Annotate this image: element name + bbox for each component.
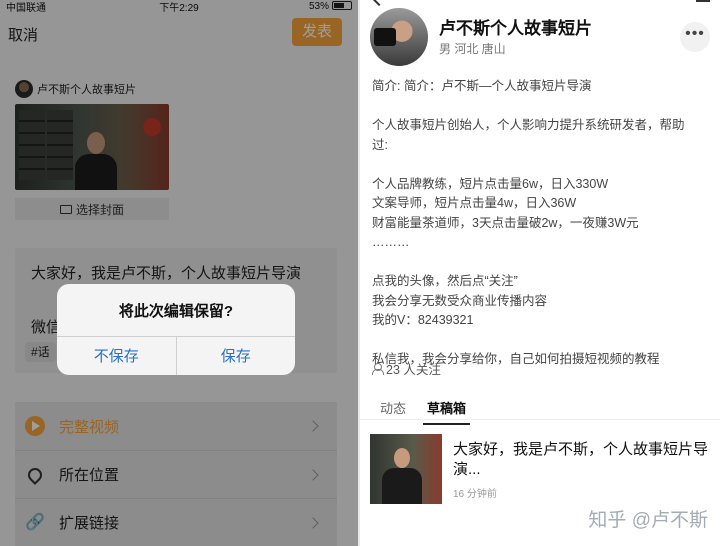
menu-dash-icon[interactable] [696, 0, 710, 2]
profile-tabs: 动态 草稿箱 [360, 390, 720, 425]
draft-time: 16 分钟前 [453, 489, 497, 500]
more-options-button[interactable]: ••• [680, 22, 710, 52]
save-button[interactable]: 保存 [177, 337, 296, 375]
bio-line: 简介: 简介：卢不斯—个人故事短片导演 [372, 79, 592, 93]
bio-line: ……… [372, 235, 410, 249]
tab-drafts[interactable]: 草稿箱 [422, 398, 471, 425]
bio-line: 点我的头像，然后点“关注” [372, 274, 518, 288]
discard-button[interactable]: 不保存 [57, 337, 177, 375]
dialog-buttons: 不保存 保存 [57, 336, 295, 375]
watermark: 知乎 @卢不斯 [588, 510, 708, 531]
user-icon [372, 363, 384, 375]
bio-line [372, 97, 702, 117]
dialog-title: 将此次编辑保留? [118, 303, 234, 320]
followers-count[interactable]: 23 人关注 [372, 359, 441, 378]
bio-line: 文案导师，短片点击量4w，日入36W [372, 196, 577, 210]
modal-overlay [0, 0, 358, 546]
profile-screen: 卢不斯个人故事短片 男 河北 唐山 ••• 简介: 简介：卢不斯—个人故事短片导… [360, 0, 720, 546]
draft-card[interactable]: 大家好，我是卢不斯，个人故事短片导演... 16 分钟前 [360, 428, 720, 508]
profile-bio: 简介: 简介：卢不斯—个人故事短片导演个人故事短片创始人，个人影响力提升系统研发… [372, 77, 702, 370]
tab-activity[interactable]: 动态 [380, 398, 406, 417]
bio-line: 财富能量茶道师，3天点击量破2w，一夜赚3W元 [372, 215, 639, 230]
bio-line [372, 331, 702, 351]
profile-name: 卢不斯个人故事短片 [439, 19, 592, 38]
bio-line [372, 253, 702, 273]
profile-meta: 男 河北 唐山 [439, 42, 506, 56]
keep-edit-dialog: 将此次编辑保留? 不保存 保存 [57, 284, 295, 375]
draft-title: 大家好，我是卢不斯，个人故事短片导演... [453, 441, 709, 478]
back-arrow-icon[interactable] [371, 0, 387, 7]
bio-line: 个人品牌教练，短片点击量6w，日入330W [372, 176, 609, 191]
bio-line: 过: [372, 137, 388, 152]
camera-icon [374, 28, 396, 46]
edit-post-screen: 中国联通 下午2:29 53% 取消 发表 卢不斯个人故事短片 选择封面 大家好… [0, 0, 358, 546]
draft-thumbnail [370, 434, 442, 504]
bio-line: 我会分享无数受众商业传播内容 [372, 293, 548, 308]
bio-line: 我的V：82439321 [372, 313, 474, 327]
followers-label: 23 人关注 [386, 363, 441, 377]
bio-line: 个人故事短片创始人，个人影响力提升系统研发者，帮助 [372, 118, 685, 132]
bio-line [372, 155, 702, 175]
profile-avatar[interactable] [370, 8, 428, 66]
